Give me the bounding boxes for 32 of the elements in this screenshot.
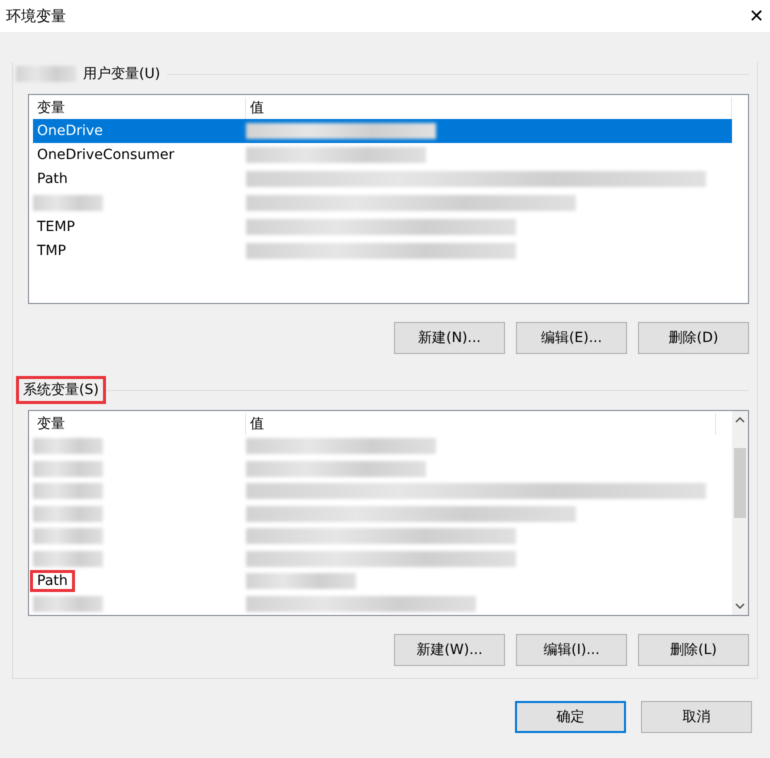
variable-row[interactable]: TMP (33, 239, 732, 263)
action-button[interactable]: 编辑(E)... (516, 322, 627, 354)
blurred-name (33, 195, 103, 211)
variable-name: TEMP (36, 219, 76, 235)
variable-row[interactable]: OneDriveConsumer (33, 143, 732, 167)
variable-row[interactable]: TEMP (33, 215, 732, 239)
variable-row[interactable]: OneDrive (33, 119, 732, 143)
dialog-button[interactable]: 确定 (515, 701, 626, 733)
variable-name: TMP (36, 243, 68, 259)
variable-list[interactable]: 变量 值 Path (28, 410, 749, 616)
variable-row[interactable]: Path (33, 167, 732, 191)
variable-list[interactable]: 变量 值 OneDrive OneDriveConsumer Path TEMP TMP (28, 94, 749, 304)
close-button[interactable]: ✕ (743, 0, 770, 32)
group-label: 用户变量(U) (82, 65, 162, 84)
variable-name: Path (36, 171, 69, 187)
action-button[interactable]: 删除(D) (638, 322, 749, 354)
scrollbar[interactable] (732, 411, 748, 615)
variable-name: OneDrive (36, 123, 104, 139)
column-header[interactable]: 值 (246, 413, 716, 435)
action-button[interactable]: 新建(N)... (394, 322, 505, 354)
group-label: 系统变量(S) (16, 376, 106, 404)
scrollbar-thumb[interactable] (734, 448, 746, 518)
dialog-button[interactable]: 取消 (641, 701, 752, 733)
column-header[interactable]: 变量 (33, 413, 246, 435)
variable-name: Path (33, 573, 72, 590)
window-title: 环境变量 (6, 6, 66, 26)
action-button[interactable]: 编辑(I)... (516, 634, 627, 666)
action-button[interactable]: 删除(L) (638, 634, 749, 666)
variable-name: OneDriveConsumer (36, 147, 176, 163)
action-button[interactable]: 新建(W)... (394, 634, 505, 666)
variable-row[interactable]: Path (33, 570, 716, 592)
blurred-name (16, 66, 76, 82)
